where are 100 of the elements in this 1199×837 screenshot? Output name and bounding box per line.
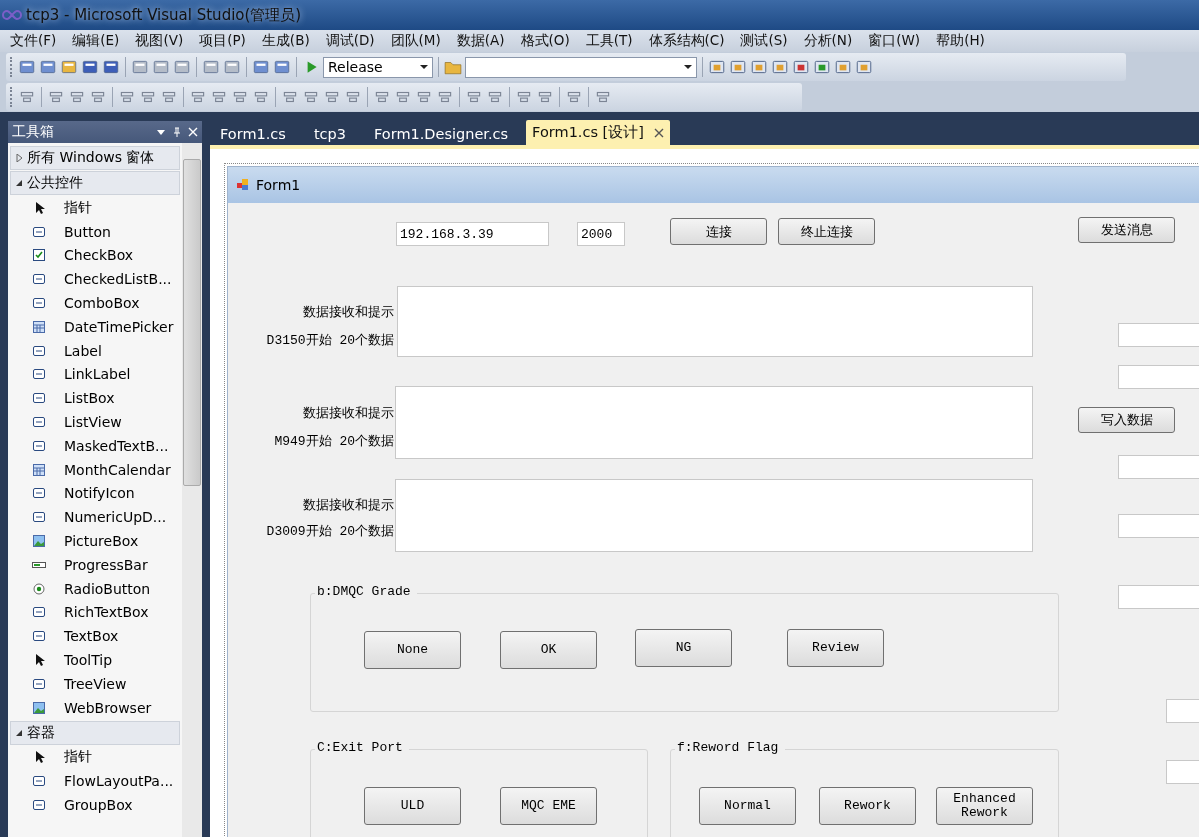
document-tab[interactable]: Form1.cs [设计] bbox=[526, 120, 670, 145]
ip-input-field[interactable]: 192.168.3.39 bbox=[396, 222, 549, 246]
toolbox-item[interactable]: Label bbox=[10, 338, 180, 363]
control-icon bbox=[32, 774, 46, 789]
receive-label: 数据接收和提示 bbox=[302, 304, 394, 322]
menu-item[interactable]: 项目(P) bbox=[191, 32, 254, 50]
group-button[interactable]: Normal bbox=[699, 787, 796, 825]
dropdown-icon[interactable] bbox=[156, 127, 166, 137]
menu-item[interactable]: 测试(S) bbox=[732, 32, 796, 50]
calendar-icon bbox=[32, 319, 46, 334]
toolbox-item[interactable]: ProgressBar bbox=[10, 552, 180, 577]
toolbox-category[interactable]: 容器 bbox=[10, 720, 180, 745]
group-button[interactable]: NG bbox=[635, 629, 732, 667]
form-icon bbox=[236, 178, 250, 192]
toolbox-category[interactable]: 所有 Windows 窗体 bbox=[10, 146, 180, 170]
menu-item[interactable]: 帮助(H) bbox=[928, 32, 993, 50]
menu-item[interactable]: 文件(F) bbox=[2, 32, 65, 50]
pin-icon[interactable] bbox=[172, 127, 182, 137]
toolbox-item[interactable]: TextBox bbox=[10, 624, 180, 649]
configuration-dropdown[interactable]: Release bbox=[323, 56, 433, 78]
menu-item[interactable]: 数据(A) bbox=[448, 32, 513, 50]
disconnect-button[interactable]: 终止连接 bbox=[778, 218, 875, 245]
menu-item[interactable]: 团队(M) bbox=[382, 32, 449, 50]
control-icon bbox=[32, 415, 46, 430]
control-icon bbox=[32, 486, 46, 501]
toolbox-item[interactable]: RadioButton bbox=[10, 576, 180, 601]
toolbox-item[interactable]: PictureBox bbox=[10, 529, 180, 553]
port-input-field[interactable]: 2000 bbox=[577, 222, 625, 246]
close-icon[interactable] bbox=[653, 127, 664, 138]
text-field[interactable] bbox=[1118, 585, 1199, 609]
document-tab[interactable]: Form1.Designer.cs bbox=[364, 126, 519, 145]
toolbox-item[interactable]: TreeView bbox=[10, 671, 180, 696]
toolbox-item[interactable]: WebBrowser bbox=[10, 695, 180, 720]
text-field[interactable] bbox=[1118, 514, 1199, 538]
receive-label: 数据接收和提示 bbox=[302, 405, 394, 423]
control-icon bbox=[32, 676, 46, 691]
document-tab[interactable]: tcp3 bbox=[303, 126, 356, 145]
toolbox-item[interactable]: NumericUpD... bbox=[10, 505, 180, 530]
toolbox-item[interactable]: GroupBox bbox=[10, 793, 180, 817]
toolbox-item[interactable]: RichTextBox bbox=[10, 600, 180, 625]
menu-item[interactable]: 工具(T) bbox=[577, 32, 641, 50]
group-button[interactable]: Enhanced Rework bbox=[936, 787, 1033, 825]
receive-caption: D3150开始 20个数据 bbox=[265, 332, 394, 350]
write-data-button[interactable]: 写入数据 bbox=[1078, 407, 1175, 433]
group-button[interactable]: Rework bbox=[819, 787, 916, 825]
menu-item[interactable]: 体系结构(C) bbox=[640, 32, 733, 50]
group-button[interactable]: ULD bbox=[364, 787, 461, 825]
toolbox-item[interactable]: CheckedListB... bbox=[10, 267, 180, 292]
toolbox-item[interactable]: ComboBox bbox=[10, 291, 180, 315]
toolbox-item[interactable]: ListView bbox=[10, 410, 180, 434]
toolbox-item[interactable]: 指针 bbox=[10, 196, 180, 220]
toolbox-item[interactable]: DateTimePicker bbox=[10, 315, 180, 339]
panel-title: 工具箱 bbox=[12, 123, 55, 141]
receive-text-area[interactable] bbox=[395, 479, 1033, 552]
receive-text-area[interactable] bbox=[397, 286, 1033, 357]
menu-item[interactable]: 生成(B) bbox=[253, 32, 318, 50]
receive-caption: M949开始 20个数据 bbox=[273, 433, 394, 451]
menu-item[interactable]: 编辑(E) bbox=[64, 32, 128, 50]
picture-icon bbox=[32, 700, 46, 715]
group-button[interactable]: MQC EME bbox=[500, 787, 597, 825]
document-tab[interactable]: Form1.cs bbox=[210, 126, 296, 145]
expanded-triangle-icon bbox=[15, 179, 23, 187]
scrollbar[interactable] bbox=[182, 143, 202, 837]
group-button[interactable]: Review bbox=[787, 629, 884, 667]
receive-text-area[interactable] bbox=[395, 386, 1033, 459]
platform-dropdown[interactable] bbox=[465, 56, 697, 78]
group-button[interactable]: None bbox=[364, 631, 461, 669]
menu-item[interactable]: 视图(V) bbox=[127, 32, 192, 50]
toolbox-item[interactable]: LinkLabel bbox=[10, 362, 180, 387]
control-icon bbox=[32, 367, 46, 382]
menu-item[interactable]: 格式(O) bbox=[512, 32, 578, 50]
control-icon bbox=[32, 391, 46, 406]
collapsed-triangle-icon bbox=[15, 154, 23, 162]
toolbox-item[interactable]: CheckBox bbox=[10, 243, 180, 268]
toolbox-item[interactable]: 指针 bbox=[10, 745, 180, 770]
text-field[interactable] bbox=[1118, 455, 1199, 479]
menu-item[interactable]: 调试(D) bbox=[317, 32, 383, 50]
toolbox-item[interactable]: ListBox bbox=[10, 386, 180, 411]
group-button[interactable]: OK bbox=[500, 631, 597, 669]
toolbox-item[interactable]: MaskedTextB... bbox=[10, 433, 180, 458]
window-title: tcp3 - Microsoft Visual Studio(管理员) bbox=[26, 5, 302, 25]
send-message-button[interactable]: 发送消息 bbox=[1078, 217, 1175, 243]
toolbox-item[interactable]: MonthCalendar bbox=[10, 457, 180, 482]
connect-button[interactable]: 连接 bbox=[670, 218, 767, 245]
toolbox-item[interactable]: ToolTip bbox=[10, 648, 180, 672]
text-field[interactable] bbox=[1118, 365, 1199, 389]
infinity-logo-icon bbox=[2, 10, 22, 20]
toolbox-item[interactable]: FlowLayoutPa... bbox=[10, 769, 180, 794]
control-icon bbox=[32, 438, 46, 453]
receive-caption: D3009开始 20个数据 bbox=[265, 523, 394, 541]
menu-item[interactable]: 窗口(W) bbox=[860, 32, 929, 50]
toolbox-category[interactable]: 公共控件 bbox=[10, 171, 180, 195]
toolbox-item[interactable]: Button bbox=[10, 219, 180, 244]
caret-icon bbox=[684, 65, 692, 69]
control-icon bbox=[32, 510, 46, 525]
text-field[interactable] bbox=[1118, 323, 1199, 347]
toolbox-item[interactable]: NotifyIcon bbox=[10, 481, 180, 506]
picture-icon bbox=[32, 534, 46, 549]
checkbox-icon bbox=[32, 248, 46, 263]
menu-item[interactable]: 分析(N) bbox=[795, 32, 861, 50]
